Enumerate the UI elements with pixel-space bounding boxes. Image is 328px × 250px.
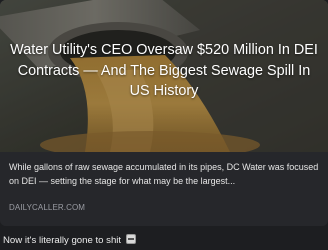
office-building-emoji-icon [125,234,136,244]
post: Water Utility's CEO Oversaw $520 Million… [0,0,328,250]
article-domain: DAILYCALLER.COM [9,203,86,212]
card-footer: While gallons of raw sewage accumulated … [0,152,328,226]
post-text-content: Now it's literally gone to shit [3,235,122,246]
link-preview-card[interactable]: Water Utility's CEO Oversaw $520 Million… [0,0,328,226]
image-headline: Water Utility's CEO Oversaw $520 Million… [10,42,318,99]
article-image[interactable]: Water Utility's CEO Oversaw $520 Million… [0,0,328,152]
article-description: While gallons of raw sewage accumulated … [9,162,319,186]
post-text: Now it's literally gone to shit [3,234,136,246]
